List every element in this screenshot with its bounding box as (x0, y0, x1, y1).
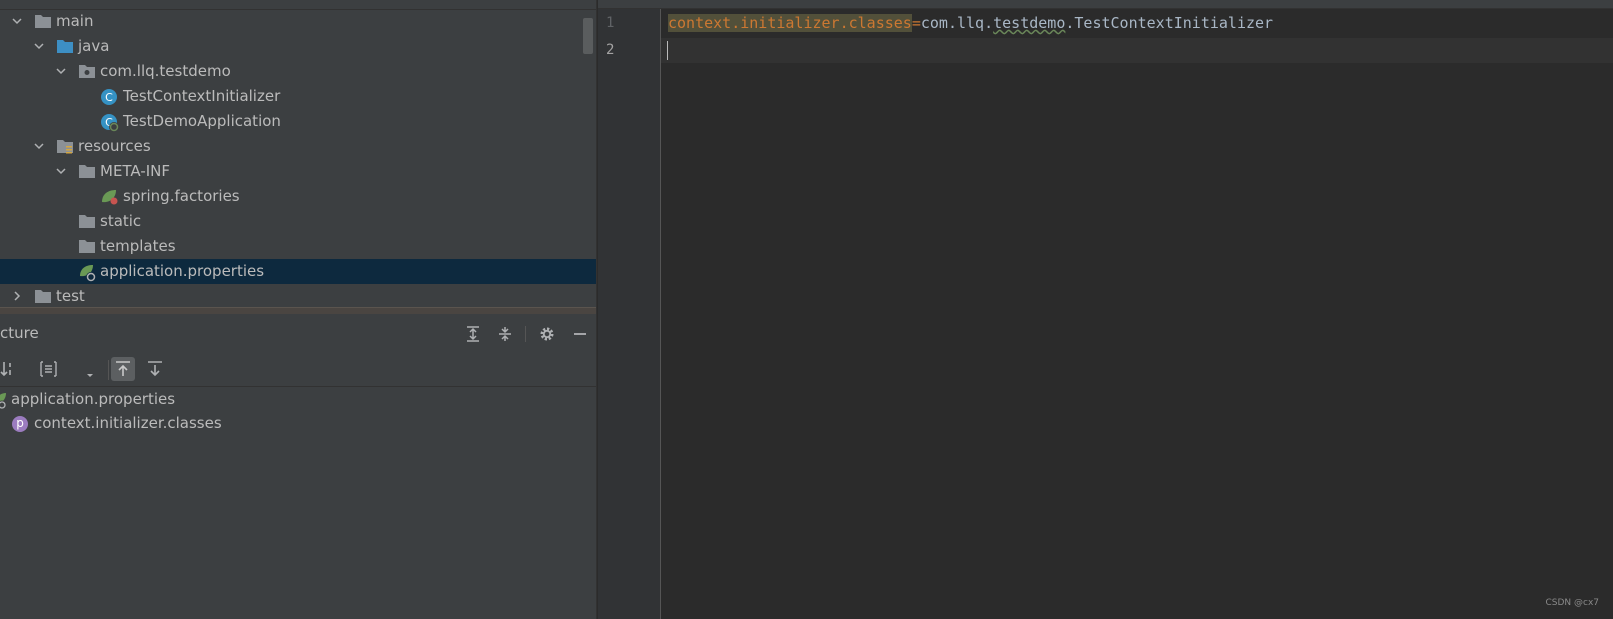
panel-splitter[interactable] (0, 307, 596, 314)
structure-file-label: application.properties (11, 390, 176, 408)
tree-item-package[interactable]: com.llq.testdemo (0, 59, 596, 84)
tree-scrollbar[interactable] (583, 18, 593, 54)
project-tree: main java com.llq.testdemo C TestContext… (0, 0, 596, 310)
package-icon (78, 63, 96, 79)
folder-icon (78, 163, 96, 179)
tree-item-label: test (56, 287, 85, 305)
gear-icon[interactable] (537, 324, 557, 344)
tree-item-spring-factories[interactable]: spring.factories (0, 184, 596, 209)
expand-all-icon[interactable] (463, 324, 483, 344)
property-key: context.initializer.classes (668, 14, 912, 32)
chevron-down-icon[interactable] (34, 141, 44, 151)
property-value-package: com.llq. (920, 14, 994, 32)
resources-folder-icon (56, 138, 74, 154)
watermark: CSDN @cx7 (1545, 598, 1599, 608)
tree-item-label: com.llq.testdemo (100, 62, 231, 80)
line-number-gutter: 1 2 (598, 9, 661, 619)
chevron-down-icon[interactable] (56, 66, 66, 76)
project-panel: main java com.llq.testdemo C TestContext… (0, 0, 596, 619)
tree-item-label: static (100, 212, 142, 230)
tree-item-static[interactable]: static (0, 209, 596, 234)
structure-property-label: context.initializer.classes (34, 414, 222, 432)
chevron-down-icon[interactable] (56, 166, 66, 176)
sort-icon[interactable] (0, 357, 20, 381)
property-badge-letter: p (16, 416, 24, 430)
dropdown-arrow-icon[interactable] (78, 362, 102, 386)
tree-item-application-class[interactable]: C TestDemoApplication (0, 109, 596, 134)
editor-tab-strip (598, 0, 1613, 9)
tree-item-label: TestContextInitializer (123, 87, 281, 105)
tree-item-application-properties[interactable]: application.properties (0, 259, 596, 284)
line-number: 2 (606, 42, 615, 58)
property-icon: p (11, 415, 29, 433)
show-fields-icon[interactable] (37, 357, 61, 381)
tree-item-label: application.properties (100, 262, 265, 280)
structure-toolbar (0, 354, 596, 387)
code-line-1[interactable]: context.initializer.classes=com.llq.test… (668, 14, 1273, 32)
source-folder-icon (56, 38, 74, 54)
tree-item-label: spring.factories (123, 187, 240, 205)
equals-sign: = (911, 14, 921, 32)
property-value-typo: testdemo (993, 14, 1066, 32)
chevron-right-icon[interactable] (12, 291, 22, 301)
tree-item-class[interactable]: C TestContextInitializer (0, 84, 596, 109)
tree-item-label: META-INF (100, 162, 171, 180)
autoscroll-from-source-icon[interactable] (143, 357, 167, 381)
tree-item-label: java (78, 37, 110, 55)
folder-icon (34, 288, 52, 304)
structure-header: cture (0, 320, 596, 348)
folder-icon (34, 13, 52, 29)
toolbar-separator (108, 360, 109, 380)
tree-item-label: resources (78, 137, 151, 155)
tree-item-label: templates (100, 237, 176, 255)
spring-properties-icon (78, 263, 96, 282)
folder-icon (78, 238, 96, 254)
tree-item-test[interactable]: test (0, 284, 596, 309)
tree-item-main[interactable]: main (0, 9, 596, 34)
tree-item-label: TestDemoApplication (123, 112, 281, 130)
tree-item-java[interactable]: java (0, 34, 596, 59)
text-caret (667, 41, 668, 60)
svg-text:C: C (105, 91, 113, 104)
tree-item-meta-inf[interactable]: META-INF (0, 159, 596, 184)
header-separator (525, 326, 526, 342)
line-number: 1 (606, 15, 615, 31)
class-icon: C (100, 88, 118, 105)
structure-title: cture (0, 324, 39, 342)
folder-icon (78, 213, 96, 229)
autoscroll-to-source-icon[interactable] (111, 357, 135, 381)
minimize-icon[interactable] (570, 324, 590, 344)
tree-item-templates[interactable]: templates (0, 234, 596, 259)
structure-property-item[interactable]: p context.initializer.classes (0, 411, 596, 436)
property-value-class: TestContextInitializer (1074, 14, 1274, 32)
structure-file-item[interactable]: application.properties (0, 387, 596, 412)
code-editor[interactable]: 1 2 context.initializer.classes=com.llq.… (598, 0, 1613, 619)
chevron-down-icon[interactable] (12, 16, 22, 26)
tree-item-resources[interactable]: resources (0, 134, 596, 159)
spring-boot-class-icon: C (100, 113, 119, 132)
collapse-all-icon[interactable] (495, 324, 515, 344)
spring-leaf-icon (100, 188, 118, 205)
chevron-down-icon[interactable] (34, 41, 44, 51)
tree-item-label: main (56, 12, 94, 30)
current-line-highlight (661, 38, 1613, 63)
